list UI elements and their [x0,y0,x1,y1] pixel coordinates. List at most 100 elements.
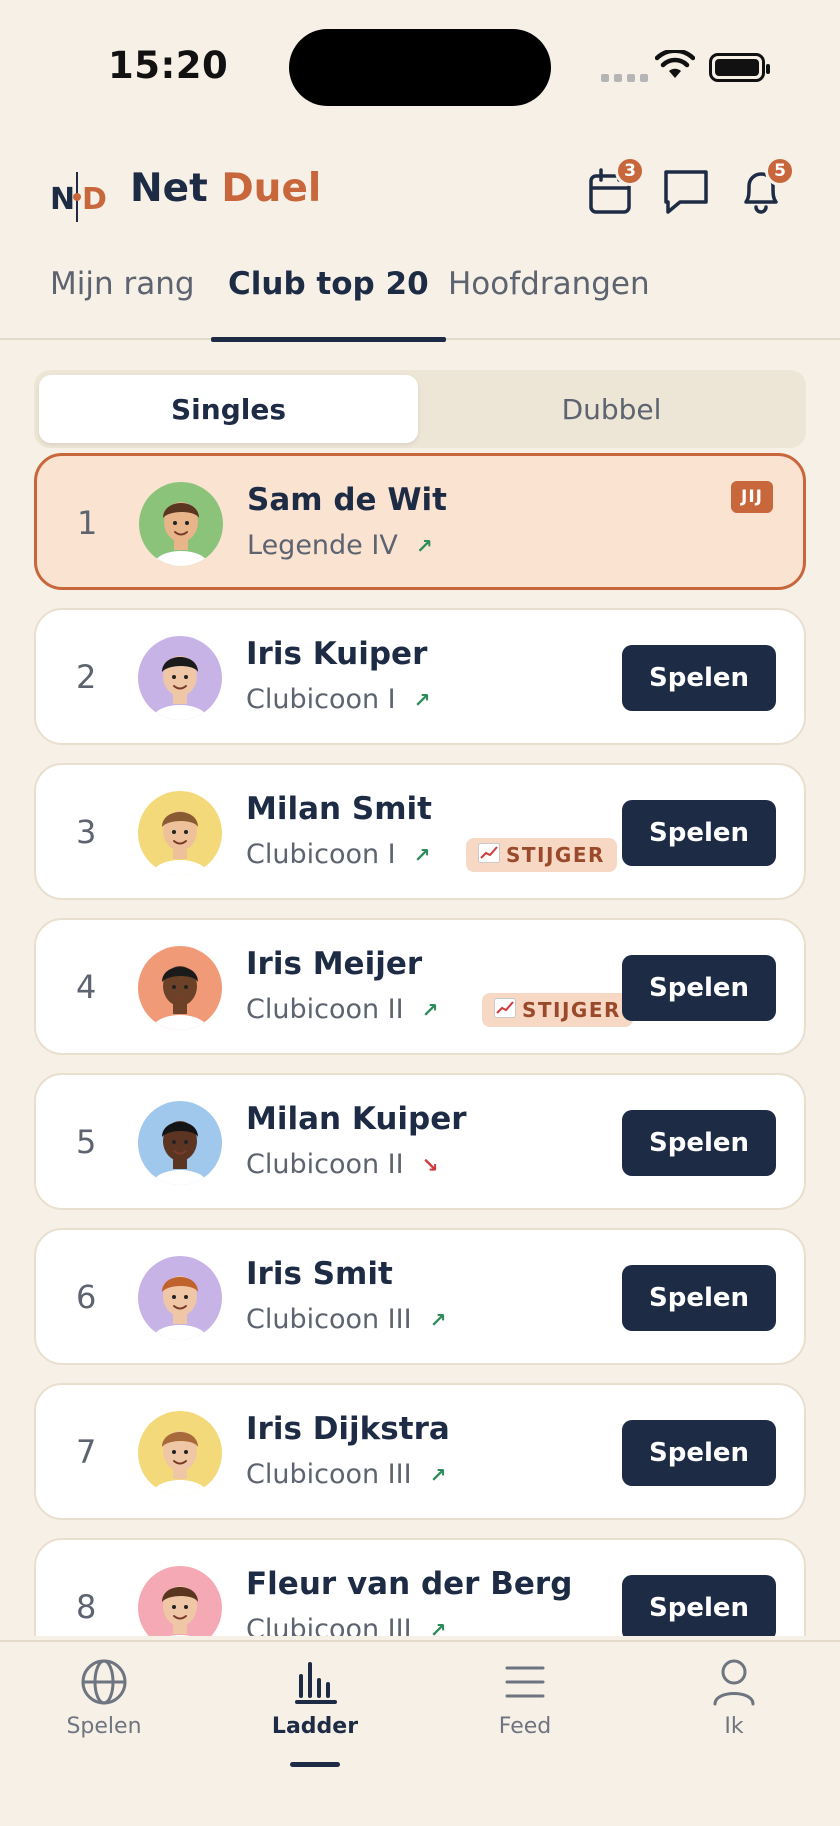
ladder-list: 1 Sam de Wit Legende IV ↗ JIJ 2 Iris Kuiper Clu… [34,453,806,1636]
play-button[interactable]: Spelen [622,1265,776,1331]
tier-label: Clubicoon III [246,1614,412,1636]
play-button[interactable]: Spelen [622,1110,776,1176]
player-name[interactable]: Iris Smit [246,1256,393,1292]
rank-number: 7 [76,1433,97,1471]
play-button[interactable]: Spelen [622,1575,776,1636]
segment-dubbel[interactable]: Dubbel [422,375,801,443]
chat-icon[interactable] [656,160,716,220]
brand-net: Net [130,166,208,211]
bar-chart-icon [295,1662,337,1704]
ladder-row[interactable]: 5 Milan Kuiper Clubicoon II ↘ Spelen [34,1073,806,1210]
play-button[interactable]: Spelen [622,1420,776,1486]
trend-up-icon: ↗ [413,687,431,712]
nav-feed[interactable]: Feed [455,1656,595,1739]
player-name[interactable]: Sam de Wit [247,482,447,518]
tier-label: Clubicoon I [246,839,396,870]
rank-number: 5 [76,1123,97,1161]
rank-number: 2 [76,658,97,696]
chart-increasing-icon [494,997,516,1023]
tab-mijn-rang[interactable]: Mijn rang [50,266,195,340]
rank-number: 3 [76,813,97,851]
bell-icon[interactable]: 5 [731,156,795,220]
globe-icon [81,1659,127,1705]
player-tier: Clubicoon III ↗ [246,1459,446,1490]
tab-club-top-20[interactable]: Club top 20 [211,266,446,342]
nav-label: Spelen [66,1714,142,1739]
tier-label: Clubicoon I [246,684,396,715]
ladder-row[interactable]: 6 Iris Smit Clubicoon III ↗ Spelen [34,1228,806,1365]
mode-segmented-control: Singles Dubbel [34,370,806,448]
trend-up-icon: ↗ [413,842,431,867]
calendar-badge: 3 [615,156,645,186]
avatar [138,1256,222,1340]
trend-down-icon: ↘ [421,1152,439,1177]
tier-label: Clubicoon II [246,994,404,1025]
ladder-row-current-user[interactable]: 1 Sam de Wit Legende IV ↗ JIJ [34,453,806,590]
cell-signal-icon [601,74,648,82]
avatar [138,1101,222,1185]
nav-ik[interactable]: Ik [664,1656,804,1739]
player-name[interactable]: Milan Smit [246,791,432,827]
rank-number: 6 [76,1278,97,1316]
avatar [138,1566,222,1636]
player-tier: Clubicoon II ↗ [246,994,438,1025]
dynamic-island [289,29,551,106]
trend-up-icon: ↗ [429,1462,447,1487]
player-tier: Clubicoon I ↗ [246,684,430,715]
nav-spelen[interactable]: Spelen [34,1656,174,1739]
wifi-icon [654,48,696,84]
app-brand: Net Duel [130,166,321,211]
ladder-row[interactable]: 3 Milan Smit Clubicoon I ↗ STIJGER Spelen [34,763,806,900]
nav-label: Feed [498,1714,552,1739]
avatar [138,636,222,720]
rank-number: 8 [76,1588,97,1626]
svg-text:D: D [82,182,107,217]
tier-label: Clubicoon III [246,1304,412,1335]
riser-label: STIJGER [522,998,621,1022]
trend-up-icon: ↗ [415,533,433,558]
trend-up-icon: ↗ [421,997,439,1022]
ladder-row[interactable]: 2 Iris Kuiper Clubicoon I ↗ Spelen [34,608,806,745]
status-time: 15:20 [108,44,229,87]
player-tier: Clubicoon III ↗ [246,1304,446,1335]
ranking-tabs: Mijn rang Club top 20 Hoofdrangen [0,256,840,342]
player-tier: Clubicoon I ↗ [246,839,430,870]
you-badge: JIJ [731,481,773,513]
player-name[interactable]: Iris Meijer [246,946,422,982]
app-header: N D Net Duel 3 5 [0,156,840,256]
brand-duel: Duel [221,166,322,211]
avatar [139,482,223,566]
ladder-row[interactable]: 4 Iris Meijer Clubicoon II ↗ STIJGER Spelen [34,918,806,1055]
play-button[interactable]: Spelen [622,800,776,866]
tab-hoofdrangen[interactable]: Hoofdrangen [448,266,650,340]
menu-lines-icon [505,1666,545,1698]
player-name[interactable]: Milan Kuiper [246,1101,467,1137]
ladder-row[interactable]: 8 Fleur van der Berg Clubicoon III ↗ Spelen [34,1538,806,1636]
avatar [138,1411,222,1495]
play-button[interactable]: Spelen [622,645,776,711]
riser-badge: STIJGER [466,838,617,872]
player-name[interactable]: Fleur van der Berg [246,1566,572,1602]
bell-badge: 5 [765,156,795,186]
trend-up-icon: ↗ [429,1617,447,1637]
avatar [138,791,222,875]
svg-text:N: N [50,182,75,217]
riser-label: STIJGER [506,843,605,867]
bottom-nav: Spelen Ladder Feed Ik [0,1640,840,1826]
riser-badge: STIJGER [482,993,633,1027]
player-tier: Legende IV ↗ [247,530,433,561]
calendar-icon[interactable]: 3 [581,156,645,220]
play-button[interactable]: Spelen [622,955,776,1021]
rank-number: 4 [76,968,97,1006]
nav-ladder[interactable]: Ladder [245,1656,385,1767]
player-name[interactable]: Iris Dijkstra [246,1411,450,1447]
status-bar: 15:20 [0,0,840,140]
player-name[interactable]: Iris Kuiper [246,636,427,672]
chart-increasing-icon [478,842,500,868]
segment-singles[interactable]: Singles [39,375,418,443]
tier-label: Legende IV [247,530,398,561]
battery-icon [709,53,770,82]
nav-label: Ladder [271,1714,359,1739]
user-icon [713,1659,755,1706]
ladder-row[interactable]: 7 Iris Dijkstra Clubicoon III ↗ Spelen [34,1383,806,1520]
